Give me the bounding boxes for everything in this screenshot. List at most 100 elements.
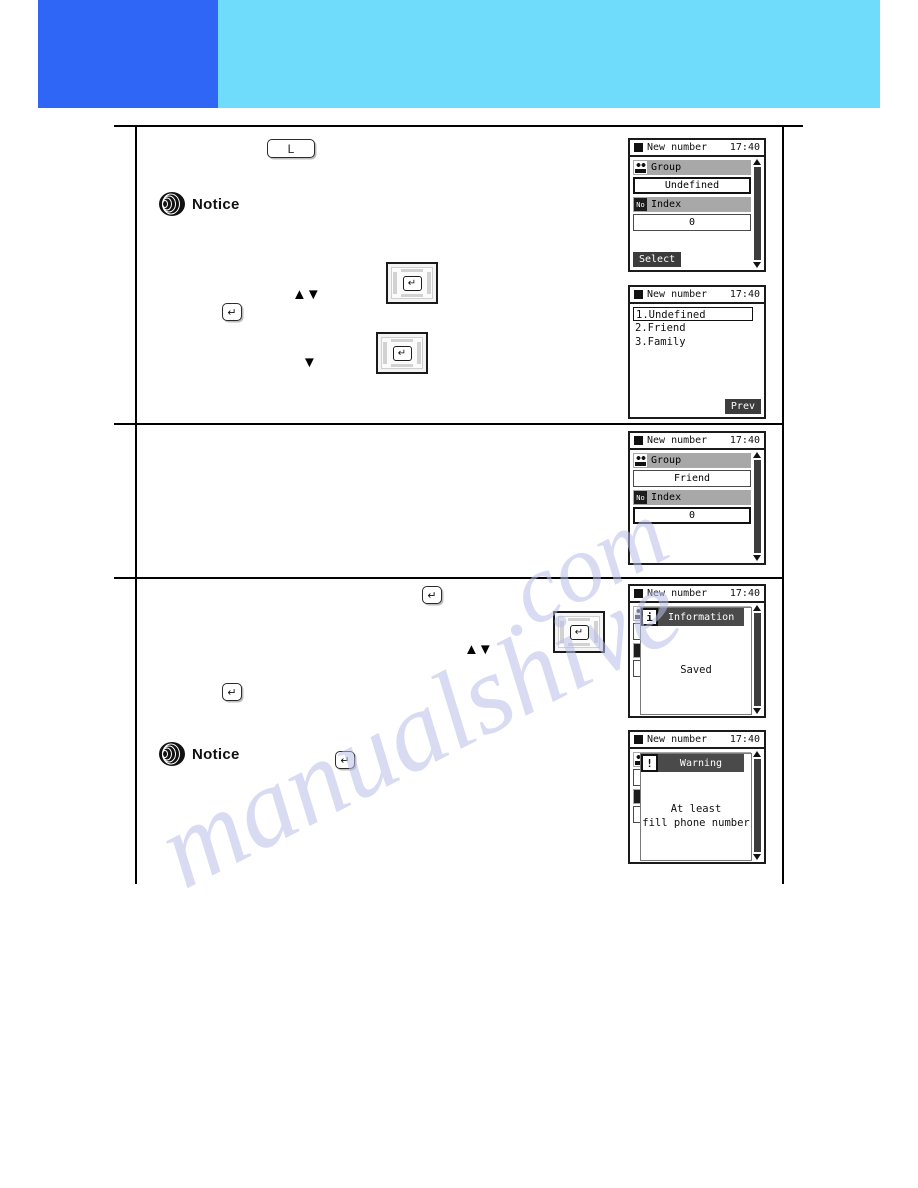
lcd-status-icon [634,735,643,744]
dialog-message-line-1: At least [670,803,722,815]
field-group-value[interactable]: Undefined [633,177,751,194]
list-item-undefined[interactable]: 1.Undefined [633,307,753,321]
lcd-title-bar: New number 17:40 [630,732,764,749]
panel-enter-key[interactable]: ↵ [402,275,422,291]
lcd-screen-group-list: New number 17:40 1.Undefined 2.Friend 3.… [628,285,766,419]
scroll-up-arrow-icon[interactable] [753,751,761,757]
softkey-select[interactable]: Select [633,252,682,267]
list-item-family[interactable]: 3.Family [633,335,753,349]
field-group-value[interactable]: Friend [633,470,751,487]
scroll-thumb[interactable] [754,460,761,553]
panel-strip-bottom [391,364,413,367]
control-panel-illustration-2[interactable]: ↵ [376,332,428,374]
lcd-body: Group Undefined No Index 0 Select [630,157,764,270]
notice-marker-2: Notice [159,742,240,766]
lcd-screen-group-undefined: New number 17:40 Group Undefined No Inde… [628,138,766,272]
scroll-down-arrow-icon[interactable] [753,555,761,561]
lcd-status-icon [634,143,643,152]
field-index-label: Index [651,199,682,210]
information-dialog: i Information Saved [640,607,752,715]
field-index-header: No Index [633,490,751,505]
scroll-up-arrow-icon[interactable] [753,159,761,165]
lcd-body: ! Warning At least fill phone number [630,749,764,862]
softkey-prev[interactable]: Prev [724,399,761,414]
lcd-title-bar: New number 17:40 [630,287,764,304]
lcd-title-text: New number [647,435,708,446]
key-enter-4[interactable]: ↵ [335,751,355,769]
lcd-scrollbar[interactable] [753,751,762,860]
notice-icon [159,742,185,766]
scroll-thumb[interactable] [754,759,761,852]
dialog-header: i Information [641,608,745,626]
notice-label: Notice [192,195,240,213]
scroll-down-arrow-icon[interactable] [753,854,761,860]
key-enter-1[interactable]: ↵ [222,303,242,321]
lcd-title-bar: New number 17:40 [630,586,764,603]
dialog-title: Warning [658,754,744,772]
lcd-title-text: New number [647,734,708,745]
arrow-down-1: ▼ [302,354,317,371]
list-item-friend[interactable]: 2.Friend [633,321,753,335]
lcd-title-bar: New number 17:40 [630,433,764,450]
field-index-header: No Index [633,197,751,212]
panel-strip-bottom [568,643,590,646]
field-group-header: Group [633,453,751,468]
warning-icon: ! [641,754,658,772]
scroll-thumb[interactable] [754,613,761,706]
field-index-value[interactable]: 0 [633,214,751,231]
dialog-message-text: Saved [680,664,712,676]
lcd-status-icon [634,436,643,445]
lcd-status-icon [634,589,643,598]
group-icon [634,161,647,174]
key-enter-3[interactable]: ↵ [222,683,242,701]
row-2-step-gutter [114,425,137,577]
lcd-screen-information-saved: New number 17:40 i Information Saved [628,584,766,718]
scroll-down-arrow-icon[interactable] [753,708,761,714]
panel-strip-top [391,339,413,342]
row-3-step-gutter [114,579,137,884]
field-index-value[interactable]: 0 [633,507,751,524]
key-enter-3-glyph: ↵ [227,686,237,699]
lcd-clock: 17:40 [729,734,760,745]
row-1-step-gutter [114,127,137,423]
lcd-scrollbar[interactable] [753,159,762,268]
dialog-message: At least fill phone number [641,772,751,860]
notice-marker-1: Notice [159,192,240,216]
dialog-message-line-2: fill phone number [642,817,750,829]
page-header-banner [38,0,880,108]
lcd-scrollbar[interactable] [753,605,762,714]
lcd-screen-warning-phone: New number 17:40 ! Warning At least fill… [628,730,766,864]
dialog-title: Information [658,608,745,626]
lcd-scrollbar[interactable] [753,452,762,561]
notice-label: Notice [192,745,240,763]
scroll-thumb[interactable] [754,167,761,260]
scroll-down-arrow-icon[interactable] [753,262,761,268]
dialog-header: ! Warning [641,754,744,772]
panel-enter-key[interactable]: ↵ [569,624,589,640]
field-group-label: Group [651,455,682,466]
field-group-label: Group [651,162,682,173]
scroll-up-arrow-icon[interactable] [753,605,761,611]
key-enter-2-glyph: ↵ [427,589,437,602]
panel-enter-key[interactable]: ↵ [392,345,412,361]
group-icon [634,454,647,467]
lcd-title-text: New number [647,289,708,300]
lcd-clock: 17:40 [729,289,760,300]
information-icon: i [641,608,658,626]
arrow-up-down-2: ▲▼ [464,641,493,658]
control-panel-illustration-3[interactable]: ↵ [553,611,605,653]
lcd-status-icon [634,290,643,299]
key-l[interactable]: L [267,139,315,158]
field-index-label: Index [651,492,682,503]
dialog-message: Saved [641,626,751,714]
key-enter-2[interactable]: ↵ [422,586,442,604]
lcd-title-text: New number [647,588,708,599]
lcd-body: i Information Saved [630,603,764,716]
scroll-up-arrow-icon[interactable] [753,452,761,458]
panel-strip-top [568,618,590,621]
field-group-header: Group [633,160,751,175]
warning-dialog: ! Warning At least fill phone number [640,753,752,861]
control-panel-illustration-1[interactable]: ↵ [386,262,438,304]
lcd-body: Group Friend No Index 0 [630,450,764,563]
header-color-block-primary [38,0,218,108]
